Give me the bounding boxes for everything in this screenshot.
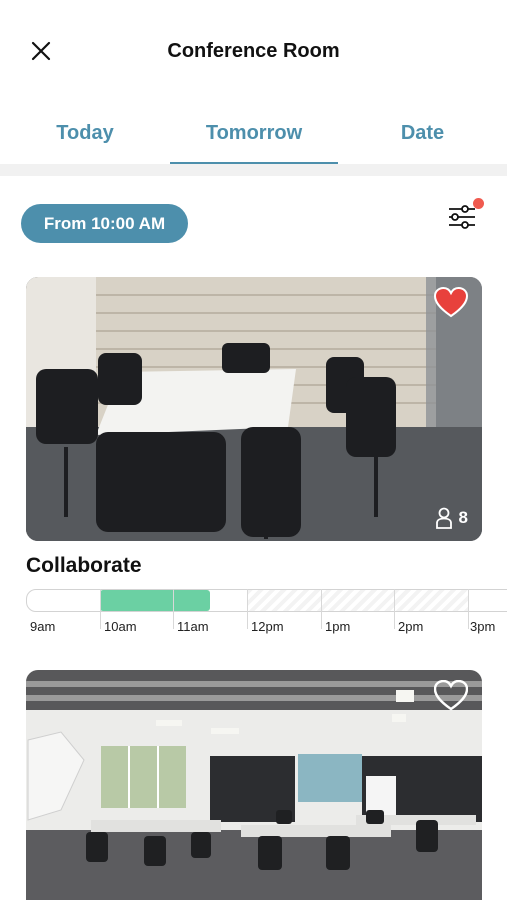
hour-tick [100,589,101,629]
room-name[interactable]: Collaborate [26,554,142,578]
room-photo[interactable]: 8 [26,277,482,541]
hour-label: 9am [30,619,56,634]
timeline-unavailable-range [247,590,468,611]
divider [0,164,507,176]
tab-today[interactable]: Today [0,122,170,145]
person-icon [435,507,452,529]
room-capacity: 8 [435,507,468,529]
hour-tick [321,589,322,629]
booked-slot[interactable] [100,590,210,611]
conference-room-image [26,277,482,541]
hour-label: 10am [104,619,137,634]
availability-timeline[interactable]: 9am 10am 11am 12pm 1pm 2pm 3pm [26,589,507,634]
hour-label: 3pm [470,619,496,634]
room-photo[interactable] [26,670,482,900]
hour-tick [468,589,469,629]
page-title: Conference Room [167,40,340,62]
capacity-count: 8 [458,508,468,527]
hour-label: 11am [177,619,209,634]
favorite-heart-icon[interactable] [434,680,468,712]
notification-dot [473,198,484,209]
tab-date[interactable]: Date [338,122,507,145]
tab-tomorrow[interactable]: Tomorrow [170,122,338,145]
filter-button[interactable] [444,198,484,238]
hour-tick [173,589,174,629]
hour-label: 1pm [325,619,351,634]
hour-label: 12pm [251,619,284,634]
favorite-heart-icon[interactable] [434,287,468,319]
hour-tick [247,589,248,629]
hour-label: 2pm [398,619,424,634]
from-time-button[interactable]: From 10:00 AM [21,204,188,243]
training-room-image [26,670,482,900]
hour-tick [394,589,395,629]
day-tabs: Today Tomorrow Date [0,112,507,168]
top-bar: Conference Room [0,0,507,100]
